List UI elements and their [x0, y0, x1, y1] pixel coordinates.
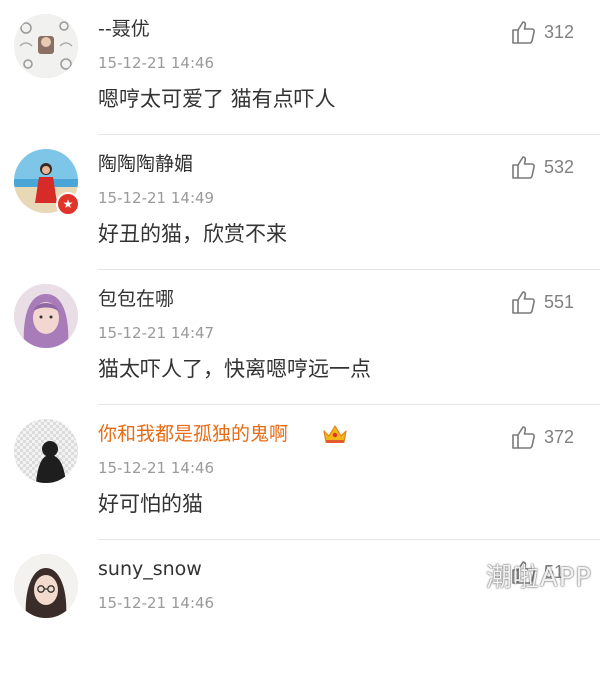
- username[interactable]: 包包在哪: [98, 286, 174, 312]
- comment-text: 嗯哼太可爱了 猫有点吓人: [98, 87, 336, 111]
- like-button[interactable]: 372: [510, 423, 574, 451]
- username[interactable]: 陶陶陶静媚: [98, 151, 193, 177]
- timestamp: 15-12-21 14:49: [98, 189, 215, 207]
- comment-item: ★ 陶陶陶静媚 15-12-21 14:49 好丑的猫，欣赏不来 532: [0, 135, 600, 270]
- like-count: 551: [544, 291, 575, 312]
- like-count: 372: [544, 426, 575, 447]
- verified-badge-icon: ★: [56, 192, 80, 216]
- comment-item: 包包在哪 15-12-21 14:47 猫太吓人了，快离嗯哼远一点 551: [0, 270, 600, 405]
- like-count: 312: [544, 21, 575, 42]
- comment-item: 你和我都是孤独的鬼啊 15-12-21 14:46 好可怕的猫 372: [0, 405, 600, 540]
- like-button[interactable]: 551: [510, 288, 574, 316]
- vip-crown-icon: [323, 425, 347, 443]
- avatar[interactable]: [14, 14, 78, 78]
- thumbs-up-icon: [512, 156, 535, 179]
- username[interactable]: 你和我都是孤独的鬼啊: [98, 421, 288, 447]
- comment-item: --聂优 15-12-21 14:46 嗯哼太可爱了 猫有点吓人 312: [0, 0, 600, 135]
- thumbs-up-icon: [512, 291, 535, 314]
- comment-text: 好丑的猫，欣赏不来: [98, 222, 287, 246]
- thumbs-up-icon: [512, 426, 535, 449]
- like-button[interactable]: 532: [510, 153, 574, 181]
- like-count: 532: [544, 156, 575, 177]
- like-button[interactable]: 312: [510, 18, 574, 46]
- comment-text: 好可怕的猫: [98, 492, 203, 516]
- timestamp: 15-12-21 14:46: [98, 459, 215, 477]
- timestamp: 15-12-21 14:47: [98, 324, 215, 342]
- timestamp: 15-12-21 14:46: [98, 54, 215, 72]
- username[interactable]: suny_snow: [98, 556, 202, 582]
- avatar[interactable]: [14, 419, 78, 483]
- timestamp: 15-12-21 14:46: [98, 594, 215, 612]
- username[interactable]: --聂优: [98, 16, 150, 42]
- watermark: 潮啦APP: [485, 563, 592, 593]
- thumbs-up-icon: [512, 21, 535, 44]
- avatar[interactable]: [14, 284, 78, 348]
- avatar[interactable]: [14, 554, 78, 618]
- comment-text: 猫太吓人了，快离嗯哼远一点: [98, 357, 371, 381]
